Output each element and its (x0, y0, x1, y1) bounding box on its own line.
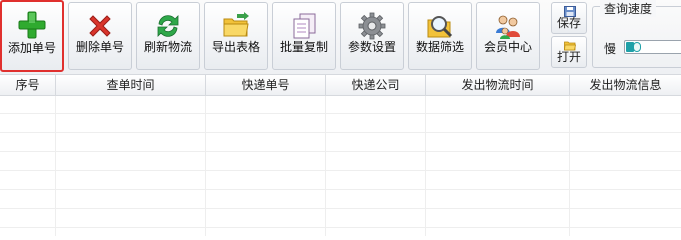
save-button[interactable]: 保存 (551, 2, 587, 34)
member-center-label: 会员中心 (483, 40, 532, 54)
table-header: 序号 查单时间 快递单号 快递公司 发出物流时间 发出物流信息 (0, 74, 681, 96)
query-speed-slider-knob[interactable] (633, 42, 641, 52)
member-center-button[interactable]: 会员中心 (476, 2, 540, 70)
column-divider (55, 96, 56, 236)
save-label: 保存 (556, 16, 581, 30)
table-row[interactable] (0, 191, 681, 209)
column-header-dispatch-time[interactable]: 发出物流时间 (426, 75, 570, 96)
speed-slow-label: 慢 (604, 42, 617, 56)
column-header-courier-company[interactable]: 快递公司 (326, 75, 426, 96)
delete-tracking-label: 删除单号 (75, 40, 124, 54)
data-filter-label: 数据筛选 (415, 40, 464, 54)
open-label: 打开 (556, 50, 581, 64)
plus-icon (18, 11, 46, 39)
refresh-logistics-label: 刷新物流 (143, 40, 192, 54)
table-row[interactable] (0, 115, 681, 133)
table-row[interactable] (0, 210, 681, 228)
parameter-settings-label: 参数设置 (347, 40, 396, 54)
table-row[interactable] (0, 153, 681, 171)
open-button[interactable]: 打开 (551, 36, 587, 68)
column-divider (425, 96, 426, 236)
column-header-dispatch-info[interactable]: 发出物流信息 (570, 75, 681, 96)
query-speed-slider[interactable] (624, 40, 681, 54)
data-filter-button[interactable]: 数据筛选 (408, 2, 472, 70)
refresh-icon (157, 15, 179, 37)
batch-copy-label: 批量复制 (279, 40, 328, 54)
column-divider (325, 96, 326, 236)
table-row[interactable] (0, 134, 681, 152)
users-icon (496, 15, 520, 39)
query-speed-title: 查询速度 (600, 0, 657, 17)
search-folder-icon (427, 16, 453, 38)
batch-copy-button[interactable]: 批量复制 (272, 2, 336, 70)
table-row[interactable] (0, 172, 681, 190)
parameter-settings-button[interactable]: 参数设置 (340, 2, 404, 70)
gear-icon (358, 12, 386, 40)
delete-x-icon (89, 15, 111, 37)
table-body (0, 96, 681, 236)
table-row[interactable] (0, 96, 681, 114)
add-tracking-button[interactable]: 添加单号 (0, 0, 64, 72)
refresh-logistics-button[interactable]: 刷新物流 (136, 2, 200, 70)
column-header-query-time[interactable]: 查单时间 (56, 75, 206, 96)
export-table-button[interactable]: 导出表格 (204, 2, 268, 70)
toolbar: 添加单号 删除单号 刷新物流 导出表格 批量复制 参数设置 数据筛选 会员中心 … (0, 0, 681, 74)
column-header-tracking-number[interactable]: 快递单号 (206, 75, 326, 96)
column-header-index[interactable]: 序号 (0, 75, 56, 96)
column-divider (569, 96, 570, 236)
copy-documents-icon (293, 13, 316, 39)
export-table-label: 导出表格 (211, 40, 260, 54)
column-divider (205, 96, 206, 236)
add-tracking-label: 添加单号 (7, 41, 56, 55)
folder-export-icon (223, 12, 249, 37)
delete-tracking-button[interactable]: 删除单号 (68, 2, 132, 70)
